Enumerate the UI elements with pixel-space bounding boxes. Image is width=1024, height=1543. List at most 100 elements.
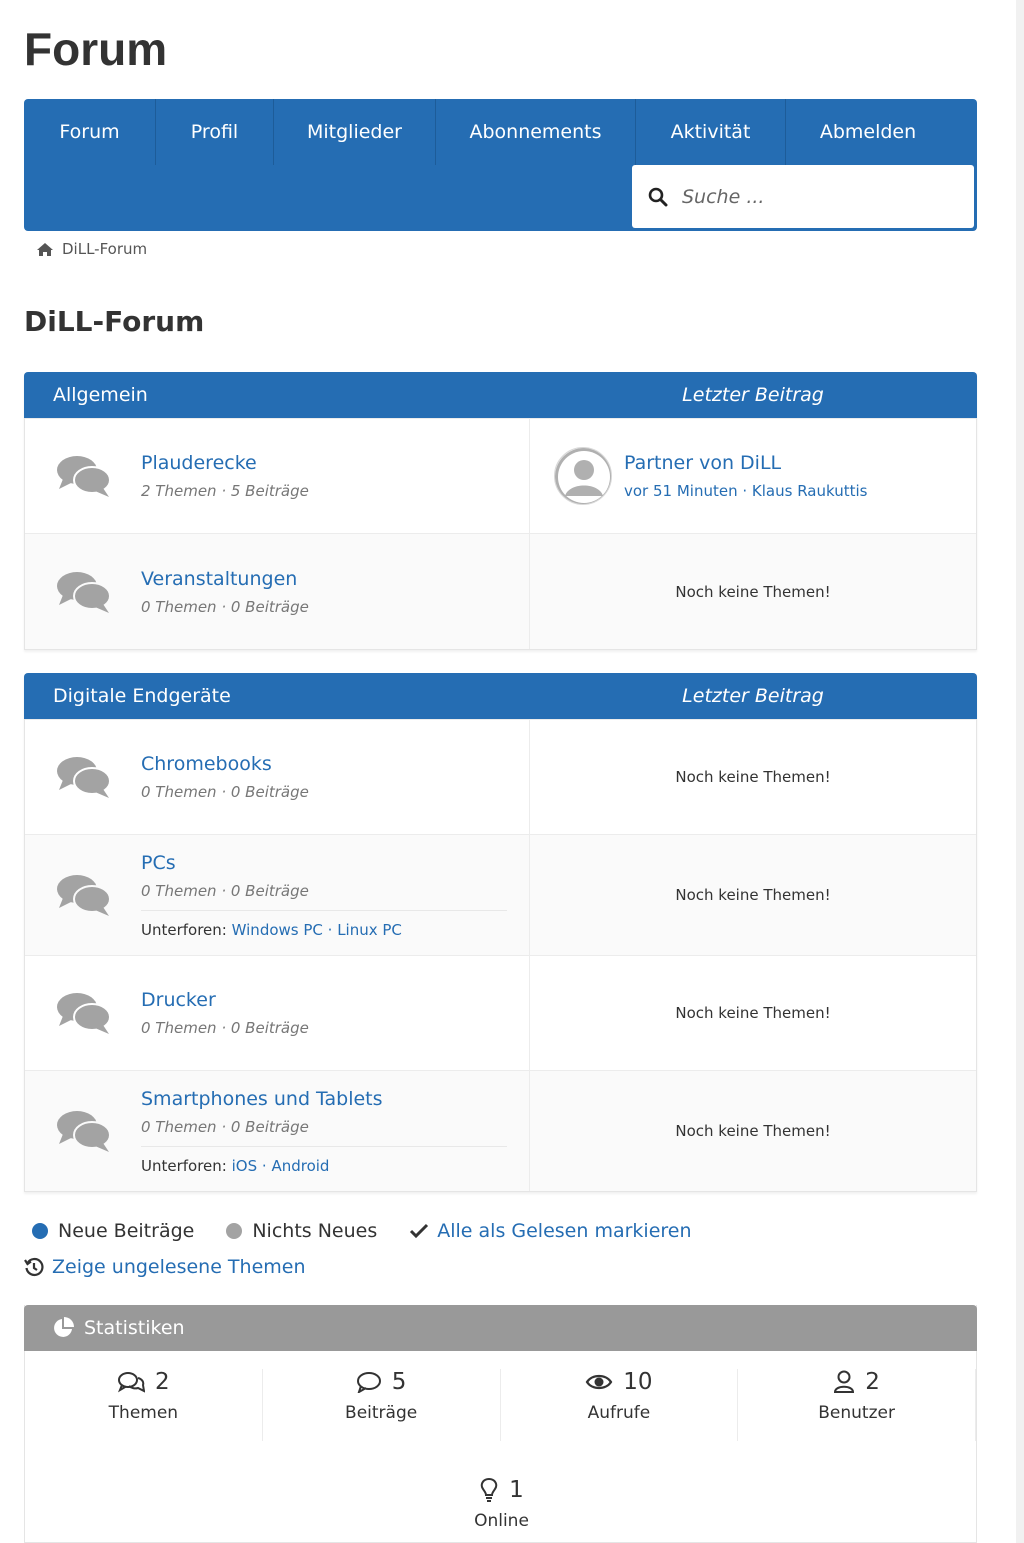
legend: Neue Beiträge Nichts Neues Alle als Gele… [32,1220,724,1242]
stat-online-label: Online [474,1511,529,1531]
stat-users-label: Benutzer [818,1403,895,1423]
forum-link-chromebooks[interactable]: Chromebooks [141,753,309,775]
search-input[interactable] [682,185,952,208]
mark-all-read-link[interactable]: Alle als Gelesen markieren [437,1220,691,1242]
page-title: Forum [24,23,168,75]
meta-separator: · [737,482,752,500]
statistics-panel: Statistiken 2 Themen 5 Beiträge 10 Aufru… [24,1305,977,1543]
stat-users: 2 Benutzer [738,1369,976,1441]
subforum-link-ios[interactable]: iOS [232,1157,258,1175]
section-title: DiLL-Forum [24,305,205,338]
legend-none: Nichts Neues [226,1220,377,1242]
main-nav: Forum Profil Mitglieder Abonnements Akti… [24,99,977,231]
legend-none-label: Nichts Neues [252,1220,378,1242]
nav-aktivitaet[interactable]: Aktivität [636,99,786,165]
last-post-header: Letzter Beitrag [682,384,824,406]
forum-link-smartphones-tablets[interactable]: Smartphones und Tablets [141,1088,507,1110]
stat-views-label: Aufrufe [587,1403,651,1423]
lightbulb-icon [480,1477,498,1502]
nav-mitglieder[interactable]: Mitglieder [274,99,436,165]
category-header: Allgemein Letzter Beitrag [24,372,977,418]
stat-topics-value: 2 [155,1369,170,1395]
forum-row: Veranstaltungen 0 Themen · 0 Beiträge No… [25,533,976,649]
category-digitale-endgeraete: Digitale Endgeräte Letzter Beitrag Chrom… [24,673,977,1192]
no-topics-text: Noch keine Themen! [675,768,831,786]
new-posts-dot-icon [32,1223,48,1239]
subforum-link-windows-pc[interactable]: Windows PC [232,921,323,939]
stat-topics-label: Themen [108,1403,179,1423]
stat-topics: 2 Themen [25,1369,263,1441]
subforum-separator: · [257,1156,272,1175]
forum-meta: 2 Themen · 5 Beiträge [141,482,309,500]
subforums: Unterforen: Windows PC · Linux PC [141,909,507,939]
last-post: Partner von DiLL vor 51 Minuten · Klaus … [530,447,976,505]
nav-abmelden[interactable]: Abmelden [786,99,950,165]
stat-posts-label: Beiträge [345,1403,418,1423]
stat-views: 10 Aufrufe [501,1369,739,1441]
search-icon [648,187,668,206]
legend-new: Neue Beiträge [32,1220,194,1242]
check-icon [410,1223,429,1239]
breadcrumb-home-link[interactable]: DiLL-Forum [62,240,147,258]
show-unread[interactable]: Zeige ungelesene Themen [24,1256,306,1278]
category-allgemein: Allgemein Letzter Beitrag Plauderecke 2 … [24,372,977,650]
stat-users-value: 2 [865,1369,880,1395]
forum-row: Drucker 0 Themen · 0 Beiträge Noch keine… [25,955,976,1070]
forum-row: PCs 0 Themen · 0 Beiträge Unterforen: Wi… [25,834,976,955]
stat-online-value: 1 [509,1477,524,1503]
nav-forum[interactable]: Forum [24,99,156,165]
stat-posts-value: 5 [391,1369,407,1395]
eye-icon [585,1374,613,1390]
subforums-label: Unterforen: [141,920,227,939]
forum-meta: 0 Themen · 0 Beiträge [141,881,309,900]
comments-icon [57,1111,111,1152]
mark-all-read[interactable]: Alle als Gelesen markieren [409,1220,692,1242]
last-post-time-link[interactable]: vor 51 Minuten [624,482,738,500]
forum-row: Smartphones und Tablets 0 Themen · 0 Bei… [25,1070,976,1191]
subforums-label: Unterforen: [141,1156,227,1175]
comment-outline-icon [356,1372,381,1393]
forum-meta: 0 Themen · 0 Beiträge [141,597,309,616]
show-unread-link[interactable]: Zeige ungelesene Themen [52,1256,306,1278]
forum-link-plauderecke[interactable]: Plauderecke [141,452,309,474]
breadcrumb: DiLL-Forum [36,240,147,258]
last-post-header: Letzter Beitrag [682,685,824,707]
category-header: Digitale Endgeräte Letzter Beitrag [24,673,977,719]
forum-link-veranstaltungen[interactable]: Veranstaltungen [141,568,309,590]
category-name[interactable]: Allgemein [24,384,529,406]
subforums: Unterforen: iOS · Android [141,1145,507,1175]
home-icon [37,242,53,256]
forum-row: Plauderecke 2 Themen · 5 Beiträge Partne… [25,418,976,533]
subforum-link-android[interactable]: Android [271,1157,329,1175]
category-name[interactable]: Digitale Endgeräte [24,685,529,707]
last-post-author-link[interactable]: Klaus Raukuttis [752,482,868,500]
comments-icon [57,757,111,798]
no-topics-text: Noch keine Themen! [675,886,831,904]
nav-profil[interactable]: Profil [156,99,274,165]
stat-posts: 5 Beiträge [263,1369,501,1441]
history-icon [24,1257,44,1277]
no-topics-text: Noch keine Themen! [675,582,831,601]
comments-icon [57,875,111,916]
statistics-title: Statistiken [84,1317,185,1339]
search-box [632,165,974,228]
legend-new-label: Neue Beiträge [58,1220,195,1242]
statistics-header: Statistiken [24,1305,977,1351]
subforum-link-linux-pc[interactable]: Linux PC [337,921,402,939]
forum-link-drucker[interactable]: Drucker [141,989,309,1011]
nav-abonnements[interactable]: Abonnements [436,99,636,165]
pie-chart-icon [54,1317,74,1337]
avatar[interactable] [554,447,612,505]
stat-online: 1 Online [25,1477,978,1531]
stat-views-value: 10 [623,1369,653,1395]
user-avatar-icon [555,448,611,504]
forum-meta: 0 Themen · 0 Beiträge [141,1117,309,1136]
forum-row: Chromebooks 0 Themen · 0 Beiträge Noch k… [25,719,976,834]
comments-icon [57,456,111,497]
user-outline-icon [834,1370,855,1393]
page-scrollbar[interactable] [1016,0,1024,1543]
forum-link-pcs[interactable]: PCs [141,852,507,874]
no-new-dot-icon [226,1223,243,1239]
comments-icon [57,571,111,613]
last-post-title-link[interactable]: Partner von DiLL [624,452,867,474]
